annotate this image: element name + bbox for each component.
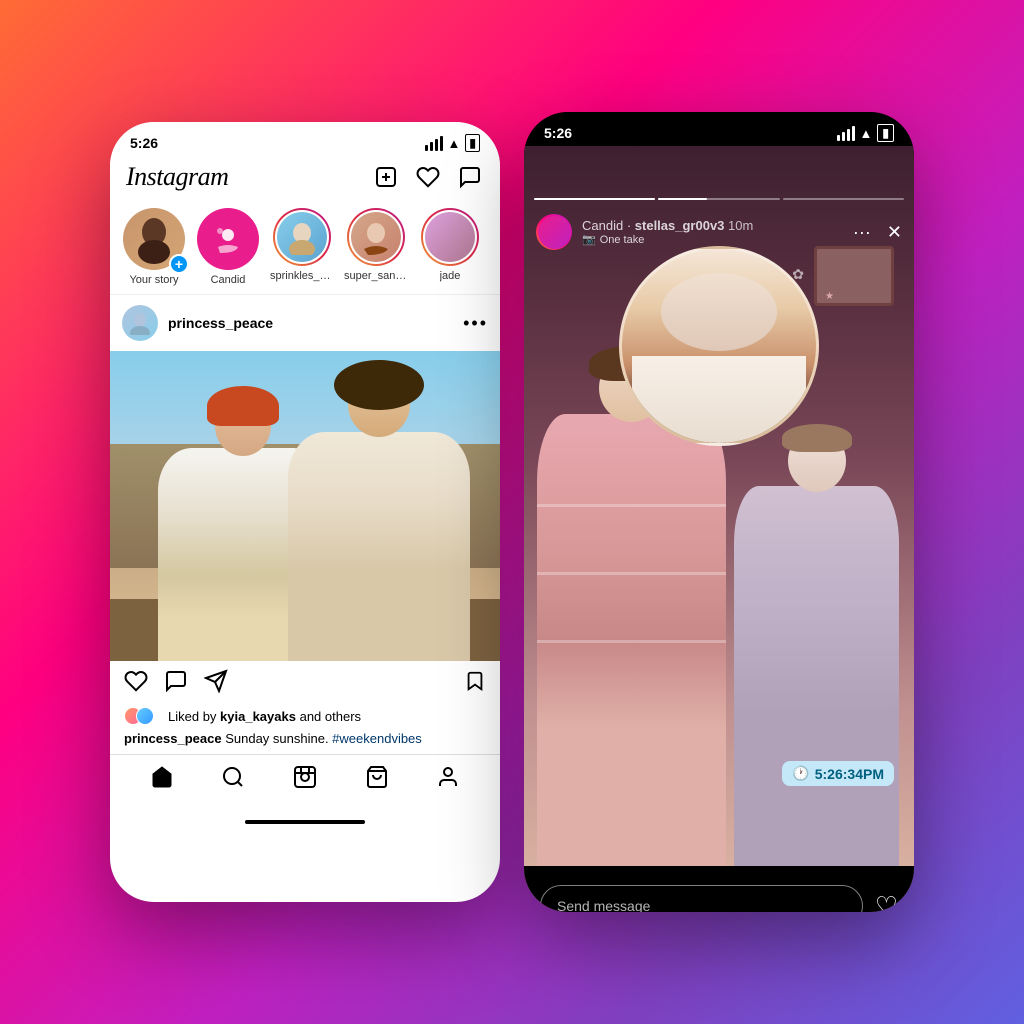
header-icons bbox=[372, 163, 484, 191]
post-user-avatar bbox=[122, 305, 158, 341]
story-label-candid: Candid bbox=[211, 274, 246, 286]
story-item-sprinkles[interactable]: sprinkles_b... bbox=[270, 208, 334, 286]
story-progress-bars bbox=[534, 198, 904, 200]
story-header: Candid · stellas_gr00v3 10m 📷 One take ·… bbox=[524, 206, 914, 258]
caption-hashtag[interactable]: #weekendvibes bbox=[332, 731, 422, 746]
signal-icon-story bbox=[837, 126, 855, 141]
time-display-story: 5:26 bbox=[544, 125, 572, 141]
story-close-button[interactable]: ✕ bbox=[887, 222, 902, 243]
nav-reels-button[interactable] bbox=[293, 765, 317, 796]
progress-bar-2 bbox=[658, 198, 779, 200]
sprinkles-avatar bbox=[277, 212, 327, 262]
like-avatars bbox=[124, 707, 154, 725]
story-label-your-story: Your story bbox=[129, 274, 178, 286]
caption-text: Sunday sunshine. bbox=[225, 731, 332, 746]
circle-head bbox=[661, 273, 777, 351]
story-sub: 📷 One take bbox=[582, 233, 853, 246]
story-message-placeholder: Send message bbox=[557, 898, 650, 912]
story-heart-button[interactable]: ♡ bbox=[875, 891, 898, 913]
story-message-input[interactable]: Send message bbox=[540, 885, 863, 912]
post-header: princess_peace ••• bbox=[110, 295, 500, 351]
status-bar-light: 5:26 ▲ ▮ bbox=[110, 122, 500, 156]
instagram-header: Instagram bbox=[110, 156, 500, 200]
likes-text: Liked by kyia_kayaks and others bbox=[160, 709, 361, 724]
nav-search-button[interactable] bbox=[221, 765, 245, 796]
post-actions-left bbox=[124, 669, 228, 699]
battery-icon-story: ▮ bbox=[877, 124, 894, 142]
bookmark-button[interactable] bbox=[464, 670, 486, 698]
story-ring-jade bbox=[421, 208, 479, 266]
phone-story: 5:26 ▲ ▮ ✿ ★ bbox=[524, 112, 914, 912]
story-ring-sprinkles bbox=[273, 208, 331, 266]
comment-button[interactable] bbox=[164, 669, 188, 699]
signal-icon bbox=[425, 136, 443, 151]
post-image bbox=[110, 351, 500, 661]
add-post-button[interactable] bbox=[372, 163, 400, 191]
messenger-button[interactable] bbox=[456, 163, 484, 191]
time-display: 5:26 bbox=[130, 135, 158, 151]
floating-portrait-circle bbox=[619, 246, 819, 446]
story-label-sprinkles: sprinkles_b... bbox=[270, 270, 334, 282]
post-username: princess_peace bbox=[168, 315, 273, 331]
time-sticker: 🕐 5:26:34PM bbox=[782, 761, 894, 786]
instagram-logo: Instagram bbox=[126, 162, 228, 192]
post-more-button[interactable]: ••• bbox=[463, 313, 488, 334]
nav-home-button[interactable] bbox=[150, 765, 174, 796]
status-icons: ▲ ▮ bbox=[425, 134, 480, 152]
progress-bar-1 bbox=[534, 198, 655, 200]
story-item-candid[interactable]: Candid bbox=[196, 208, 260, 286]
your-story-avatar-wrapper: + bbox=[123, 208, 185, 270]
story-label-super-santi: super_santi... bbox=[344, 270, 408, 282]
story-ring-super-santi bbox=[347, 208, 405, 266]
nav-shop-button[interactable] bbox=[365, 765, 389, 796]
figure-right bbox=[278, 367, 481, 662]
clock-icon: 🕐 bbox=[792, 765, 809, 782]
caption-username[interactable]: princess_peace bbox=[124, 731, 222, 746]
like-button[interactable] bbox=[124, 669, 148, 699]
phone-feed: 5:26 ▲ ▮ Instagram bbox=[110, 122, 500, 902]
candid-avatar bbox=[197, 208, 259, 270]
status-bar-dark: 5:26 ▲ ▮ bbox=[524, 112, 914, 146]
story-label-jade: jade bbox=[440, 270, 461, 282]
post-actions bbox=[110, 661, 500, 707]
wifi-icon-story: ▲ bbox=[860, 126, 873, 141]
share-button[interactable] bbox=[204, 669, 228, 699]
like-avatar-2 bbox=[136, 707, 154, 725]
post-user-info: princess_peace bbox=[122, 305, 273, 341]
battery-icon: ▮ bbox=[465, 134, 480, 152]
phones-container: 5:26 ▲ ▮ Instagram bbox=[110, 112, 914, 912]
jade-avatar bbox=[425, 212, 475, 262]
likes-user[interactable]: kyia_kayaks bbox=[220, 709, 296, 724]
story-bottom-bar: Send message ♡ bbox=[524, 866, 914, 912]
status-icons-story: ▲ ▮ bbox=[837, 124, 894, 142]
add-story-button[interactable]: + bbox=[169, 254, 189, 274]
story-item-your-story[interactable]: + Your story bbox=[122, 208, 186, 286]
story-more-button[interactable]: ··· bbox=[853, 222, 871, 243]
super-santi-avatar bbox=[351, 212, 401, 262]
camera-icon: 📷 bbox=[582, 233, 596, 246]
progress-bar-3 bbox=[783, 198, 904, 200]
wifi-icon: ▲ bbox=[448, 136, 461, 151]
time-sticker-text: 5:26:34PM bbox=[815, 766, 884, 782]
wall-sticker-2: ★ bbox=[825, 291, 834, 302]
story-username: Candid · stellas_gr00v3 10m bbox=[582, 218, 853, 233]
post-caption: princess_peace Sunday sunshine. #weekend… bbox=[110, 729, 500, 754]
story-item-super-santi[interactable]: super_santi... bbox=[344, 208, 408, 286]
story-person-head-right bbox=[788, 430, 846, 492]
home-indicator bbox=[245, 820, 365, 824]
post-likes: Liked by kyia_kayaks and others bbox=[110, 707, 500, 729]
story-item-jade[interactable]: jade bbox=[418, 208, 482, 286]
story-body-left bbox=[537, 414, 726, 866]
bottom-nav bbox=[110, 754, 500, 816]
story-user-info: Candid · stellas_gr00v3 10m 📷 One take bbox=[582, 218, 853, 246]
stories-row: + Your story Candid bbox=[110, 200, 500, 295]
story-header-icons: ··· ✕ bbox=[853, 222, 902, 243]
story-body-right bbox=[734, 486, 900, 866]
story-view: ✿ ★ bbox=[524, 146, 914, 912]
nav-profile-button[interactable] bbox=[436, 765, 460, 796]
story-user-avatar bbox=[536, 214, 572, 250]
notifications-button[interactable] bbox=[414, 163, 442, 191]
story-figure-right bbox=[719, 424, 914, 866]
